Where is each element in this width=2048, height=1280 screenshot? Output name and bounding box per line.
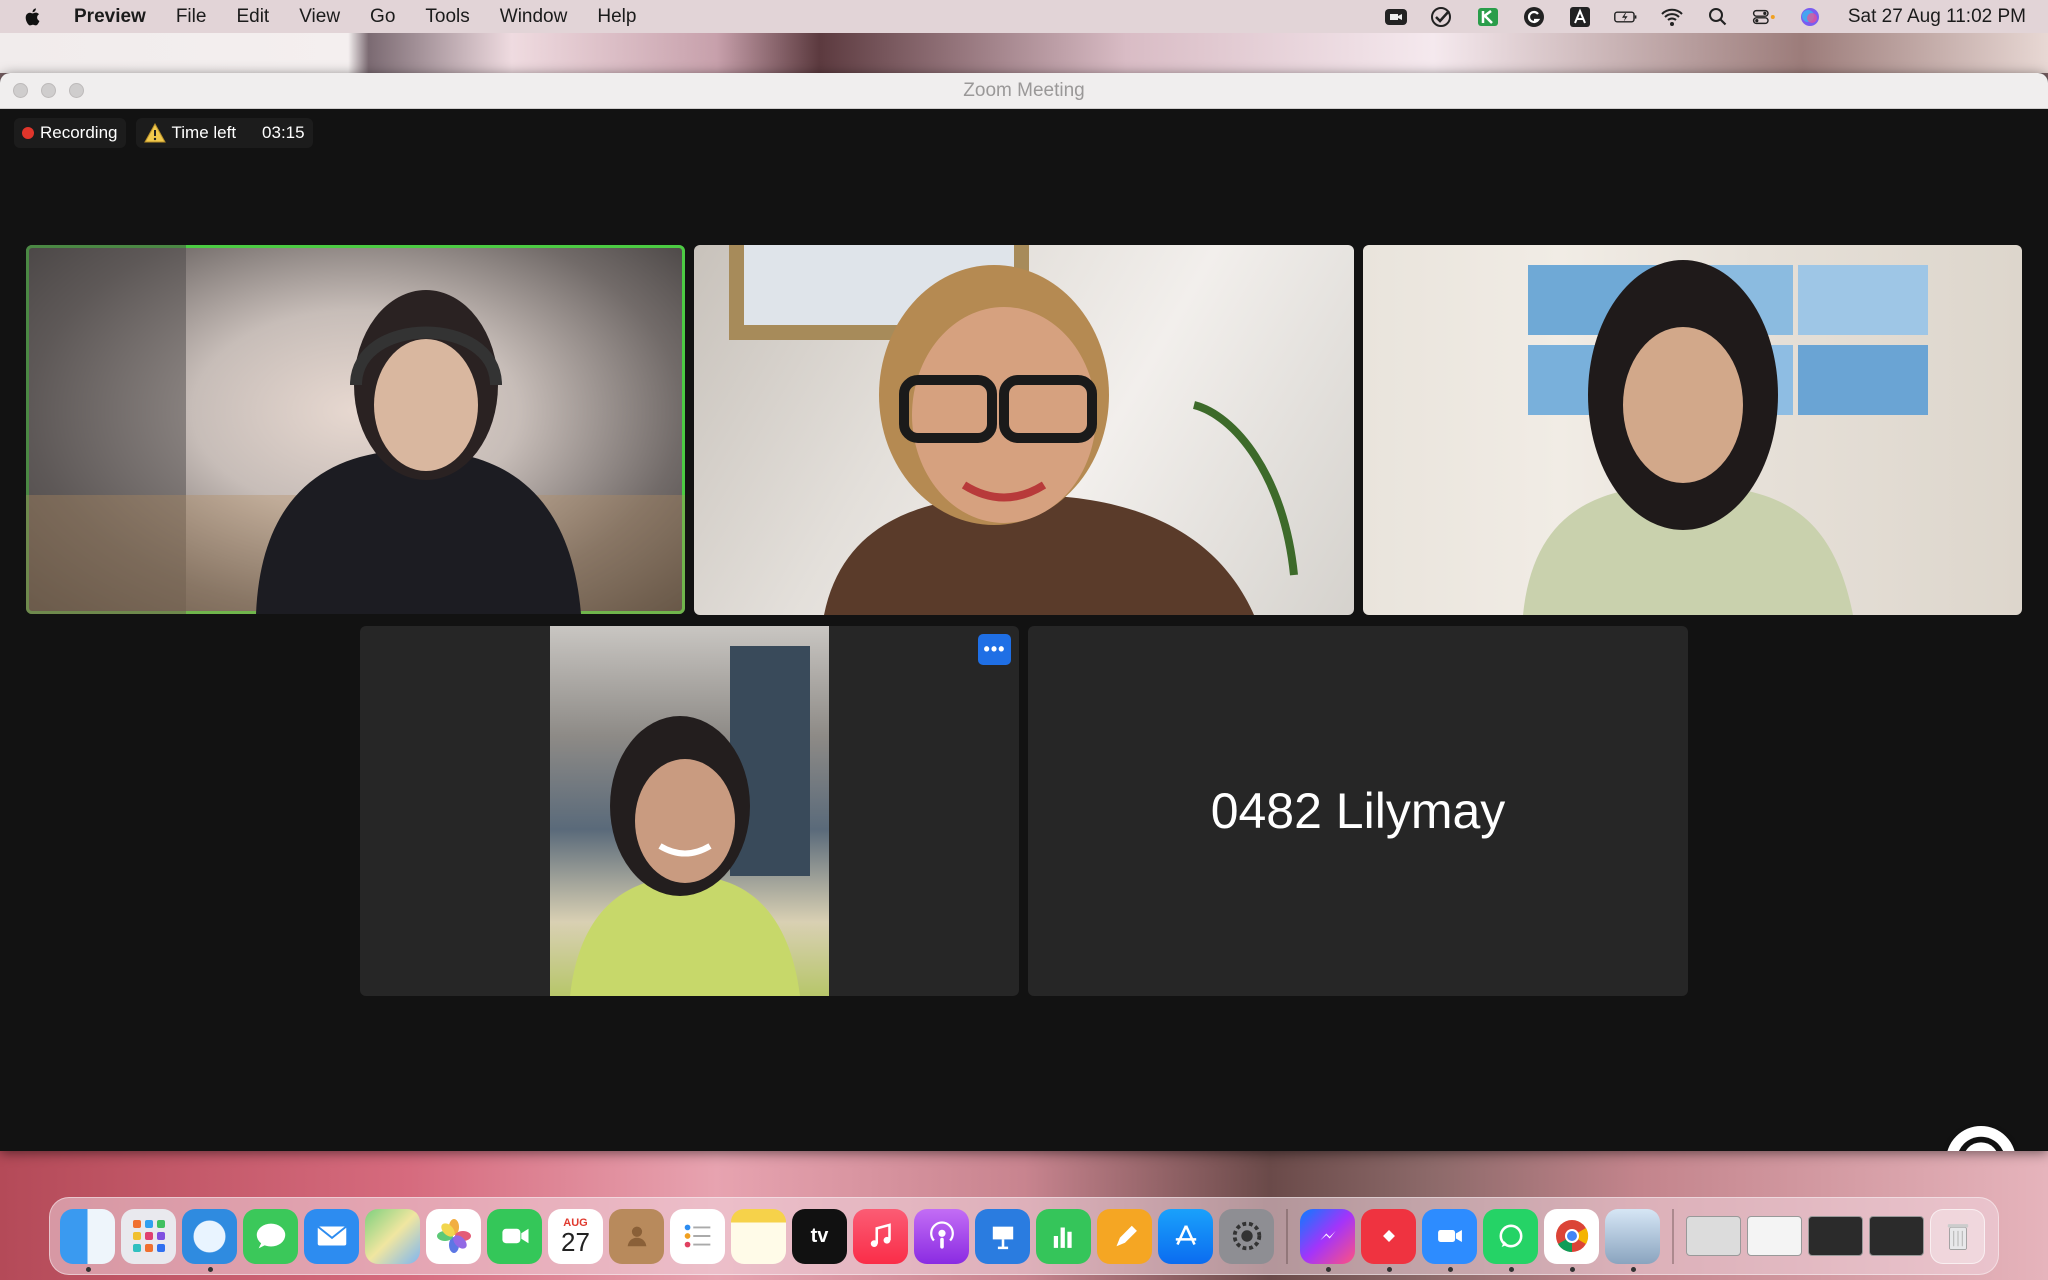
menu-help[interactable]: Help	[597, 6, 636, 28]
preview-icon[interactable]	[1605, 1208, 1660, 1272]
video-tile-participant-4[interactable]: •••	[360, 626, 1019, 996]
dock-separator	[1672, 1208, 1674, 1264]
apple-menu-icon[interactable]	[22, 6, 44, 28]
desktop-wallpaper-top	[0, 33, 2048, 73]
dock: AUG 27 tv	[49, 1197, 1999, 1275]
calendar-icon[interactable]: AUG 27	[548, 1208, 603, 1264]
task-check-icon[interactable]	[1430, 6, 1454, 28]
more-options-button[interactable]: •••	[978, 634, 1011, 665]
numbers-icon[interactable]	[1036, 1208, 1091, 1264]
participant-video	[550, 626, 829, 996]
window-title: Zoom Meeting	[963, 79, 1085, 101]
menu-edit[interactable]: Edit	[236, 6, 269, 28]
warning-icon	[143, 123, 166, 143]
keynote-icon[interactable]	[975, 1208, 1030, 1264]
menu-window[interactable]: Window	[500, 6, 568, 28]
trash-icon[interactable]	[1930, 1208, 1985, 1264]
maps-icon[interactable]	[365, 1208, 420, 1264]
launchpad-icon[interactable]	[121, 1208, 176, 1264]
time-left-label: Time left	[171, 123, 237, 142]
video-tile-camera-off[interactable]: 0482 Lilymay	[1028, 626, 1688, 996]
menu-view[interactable]: View	[299, 6, 340, 28]
window-titlebar[interactable]: Zoom Meeting	[0, 73, 2048, 109]
calendar-day: 27	[561, 1227, 590, 1257]
participant-video	[26, 245, 685, 614]
zoom-status-icon[interactable]	[1384, 6, 1408, 28]
wifi-icon[interactable]	[1660, 6, 1684, 28]
podcasts-icon[interactable]	[914, 1208, 969, 1264]
minimized-window-thumbnail[interactable]	[1808, 1216, 1863, 1256]
participant-video	[694, 245, 1354, 615]
grammarly-icon[interactable]	[1522, 6, 1546, 28]
recording-dot-icon	[22, 127, 34, 139]
mail-icon[interactable]	[304, 1208, 359, 1264]
app-store-icon[interactable]	[1158, 1208, 1213, 1264]
messages-icon[interactable]	[243, 1208, 298, 1264]
input-source-icon[interactable]	[1568, 6, 1592, 28]
menu-go[interactable]: Go	[370, 6, 395, 28]
menu-app-preview[interactable]: Preview	[74, 6, 146, 28]
participant-video	[1363, 245, 2022, 615]
time-left-value: 03:15	[262, 123, 305, 142]
messenger-icon	[1958, 1136, 2004, 1151]
menu-file[interactable]: File	[176, 6, 207, 28]
status-area: Sat 27 Aug 11:02 PM	[1384, 6, 2026, 28]
spotlight-search-icon[interactable]	[1706, 6, 1730, 28]
finder-icon[interactable]	[60, 1208, 115, 1272]
control-center-icon[interactable]	[1752, 6, 1776, 28]
minimized-window-thumbnail[interactable]	[1747, 1216, 1802, 1256]
video-tile-active-speaker[interactable]	[26, 245, 685, 614]
messenger-icon[interactable]	[1300, 1208, 1355, 1272]
notes-icon[interactable]	[731, 1208, 786, 1264]
recording-label: Recording	[40, 123, 118, 142]
minimized-window-thumbnail[interactable]	[1869, 1216, 1924, 1256]
music-icon[interactable]	[853, 1208, 908, 1264]
facetime-icon[interactable]	[487, 1208, 542, 1264]
battery-icon[interactable]	[1613, 6, 1638, 28]
contacts-icon[interactable]	[609, 1208, 664, 1264]
menu-bar-clock[interactable]: Sat 27 Aug 11:02 PM	[1848, 6, 2026, 28]
video-tile-participant-2[interactable]	[694, 245, 1354, 615]
video-tile-participant-3[interactable]	[1363, 245, 2022, 615]
chrome-icon[interactable]	[1544, 1208, 1599, 1272]
system-settings-icon[interactable]	[1219, 1208, 1274, 1264]
photos-icon[interactable]	[426, 1208, 481, 1264]
whatsapp-icon[interactable]	[1483, 1208, 1538, 1272]
pages-icon[interactable]	[1097, 1208, 1152, 1264]
messenger-floating-button[interactable]	[1946, 1126, 2016, 1151]
safari-icon[interactable]	[182, 1208, 237, 1272]
minimized-window-thumbnail[interactable]	[1686, 1216, 1741, 1256]
dock-separator	[1286, 1208, 1288, 1264]
menu-tools[interactable]: Tools	[425, 6, 469, 28]
tv-label: tv	[810, 1224, 829, 1247]
klack-icon[interactable]	[1476, 6, 1500, 28]
zoom-icon[interactable]	[1422, 1208, 1477, 1272]
menu-bar: Preview File Edit View Go Tools Window H…	[0, 0, 2048, 33]
anydesk-icon[interactable]	[1361, 1208, 1416, 1272]
apple-tv-icon[interactable]: tv	[792, 1208, 847, 1264]
reminders-icon[interactable]	[670, 1208, 725, 1264]
recording-indicator[interactable]: Recording	[14, 118, 126, 148]
zoom-meeting-window: Zoom Meeting Recording Time left 03:15 •…	[0, 73, 2048, 1151]
participant-name: 0482 Lilymay	[1210, 783, 1506, 839]
time-left-indicator: Time left 03:15	[135, 118, 313, 148]
siri-icon[interactable]	[1798, 6, 1822, 28]
meeting-status-bar: Recording Time left 03:15	[14, 118, 313, 148]
